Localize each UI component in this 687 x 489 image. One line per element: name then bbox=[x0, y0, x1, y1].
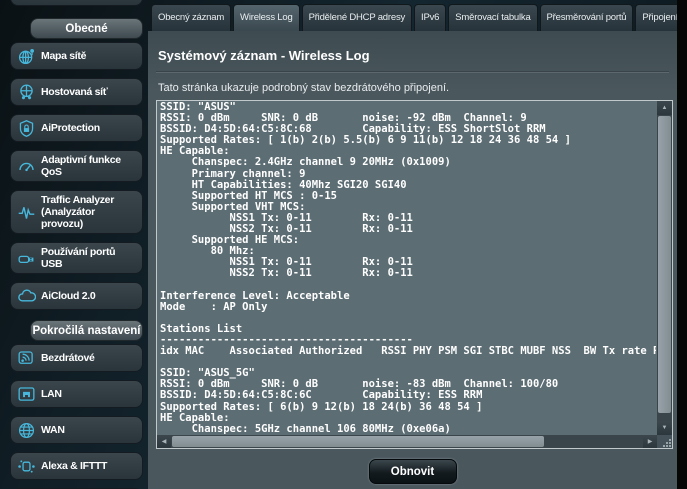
scroll-down-button[interactable]: ▼ bbox=[657, 421, 672, 435]
refresh-row: Obnovit bbox=[148, 459, 677, 484]
sidebar-item-lan[interactable]: LAN bbox=[10, 380, 143, 408]
sidebar-item-internet-setup[interactable]: internetu bbox=[10, 0, 143, 6]
router-admin-page: internetu Obecné Mapa sítě Hostovaná síť bbox=[0, 0, 687, 489]
sidebar-section-advanced: Pokročilá nastavení bbox=[30, 320, 143, 341]
shield-lock-icon bbox=[16, 118, 36, 138]
wireless-log-panel: Systémový záznam - Wireless Log Tato str… bbox=[148, 31, 677, 489]
usb-drive-icon bbox=[16, 248, 36, 268]
sidebar-item-guest-network[interactable]: Hostovaná síť bbox=[10, 78, 143, 106]
tab-port-forwarding[interactable]: Přesměrování portů bbox=[540, 4, 634, 31]
sidebar-item-label: LAN bbox=[41, 388, 62, 400]
sidebar: internetu Obecné Mapa sítě Hostovaná síť bbox=[10, 0, 143, 489]
vertical-scrollbar[interactable]: ▲ ▼ bbox=[657, 101, 672, 435]
sidebar-item-label: AiCloud 2.0 bbox=[41, 290, 95, 302]
lan-port-icon bbox=[16, 384, 36, 404]
scroll-up-button[interactable]: ▲ bbox=[657, 101, 672, 115]
sidebar-item-label: Používání portů USB bbox=[41, 246, 138, 270]
sidebar-item-wan[interactable]: WAN bbox=[10, 416, 143, 444]
guest-network-icon bbox=[16, 82, 36, 102]
sidebar-item-adaptive-qos[interactable]: Adaptivní funkce QoS bbox=[10, 150, 143, 182]
sidebar-item-traffic-analyzer[interactable]: Traffic Analyzer (Analyzátor provozu) bbox=[10, 190, 143, 234]
sidebar-item-usb-application[interactable]: Používání portů USB bbox=[10, 242, 143, 274]
cloud-icon bbox=[16, 286, 36, 306]
resize-grip-icon[interactable] bbox=[657, 435, 672, 448]
tab-ipv6[interactable]: IPv6 bbox=[414, 4, 446, 31]
sidebar-item-internet-setup-cutoff[interactable]: internetu bbox=[10, 0, 143, 8]
qos-gauge-icon bbox=[16, 156, 36, 176]
sidebar-item-label: WAN bbox=[41, 424, 65, 436]
wan-globe-icon bbox=[16, 420, 36, 440]
chevron-left-icon: ◀ bbox=[162, 438, 167, 445]
wireless-log-textarea[interactable]: SSID: "ASUS" RSSI: 0 dBm SNR: 0 dB noise… bbox=[156, 100, 673, 449]
sidebar-item-alexa-ifttt[interactable]: Alexa & IFTTT bbox=[10, 452, 143, 480]
log-tabbar: Obecný záznam Wireless Log Přidělené DHC… bbox=[151, 4, 677, 31]
sidebar-item-aiprotection[interactable]: AiProtection bbox=[10, 114, 143, 142]
page-title: Systémový záznam - Wireless Log bbox=[156, 31, 669, 72]
scroll-right-button[interactable]: ▶ bbox=[643, 435, 657, 448]
tab-general-log[interactable]: Obecný záznam bbox=[151, 4, 231, 31]
globe-icon bbox=[16, 0, 36, 2]
vertical-scroll-thumb[interactable] bbox=[658, 116, 671, 413]
chevron-down-icon: ▼ bbox=[662, 425, 668, 431]
traffic-waveform-icon bbox=[16, 202, 36, 222]
sidebar-item-label: Adaptivní funkce QoS bbox=[41, 154, 138, 178]
title-divider bbox=[156, 72, 669, 73]
sidebar-item-label: AiProtection bbox=[41, 122, 100, 134]
chevron-up-icon: ▲ bbox=[662, 105, 668, 111]
sidebar-item-label: Alexa & IFTTT bbox=[41, 460, 107, 472]
tab-wireless-log[interactable]: Wireless Log bbox=[233, 4, 300, 31]
network-map-icon bbox=[16, 46, 36, 66]
horizontal-scroll-thumb[interactable] bbox=[172, 436, 544, 447]
wireless-signal-icon bbox=[16, 348, 36, 368]
sidebar-item-wireless[interactable]: Bezdrátové bbox=[10, 344, 143, 372]
tab-routing-table[interactable]: Směrovací tabulka bbox=[448, 4, 537, 31]
sidebar-item-aicloud[interactable]: AiCloud 2.0 bbox=[10, 282, 143, 310]
horizontal-scrollbar[interactable]: ◀ ▶ bbox=[157, 435, 657, 448]
page-description: Tato stránka ukazuje podrobný stav bezdr… bbox=[158, 82, 667, 94]
alexa-ifttt-icon bbox=[16, 456, 36, 476]
refresh-button[interactable]: Obnovit bbox=[369, 459, 457, 484]
sidebar-item-label: Hostovaná síť bbox=[41, 86, 107, 98]
page-right-edge bbox=[677, 0, 687, 489]
main-content: Obecný záznam Wireless Log Přidělené DHC… bbox=[148, 0, 677, 489]
chevron-right-icon: ▶ bbox=[648, 438, 653, 445]
wireless-log-text[interactable]: SSID: "ASUS" RSSI: 0 dBm SNR: 0 dB noise… bbox=[160, 102, 656, 434]
tab-dhcp-leases[interactable]: Přidělené DHCP adresy bbox=[302, 4, 412, 31]
sidebar-section-general: Obecné bbox=[30, 18, 143, 39]
sidebar-item-label: Mapa sítě bbox=[41, 50, 86, 62]
sidebar-item-network-map[interactable]: Mapa sítě bbox=[10, 42, 143, 70]
scroll-left-button[interactable]: ◀ bbox=[157, 435, 171, 448]
sidebar-item-label: Traffic Analyzer (Analyzátor provozu) bbox=[41, 194, 138, 230]
sidebar-item-label: Bezdrátové bbox=[41, 352, 95, 364]
